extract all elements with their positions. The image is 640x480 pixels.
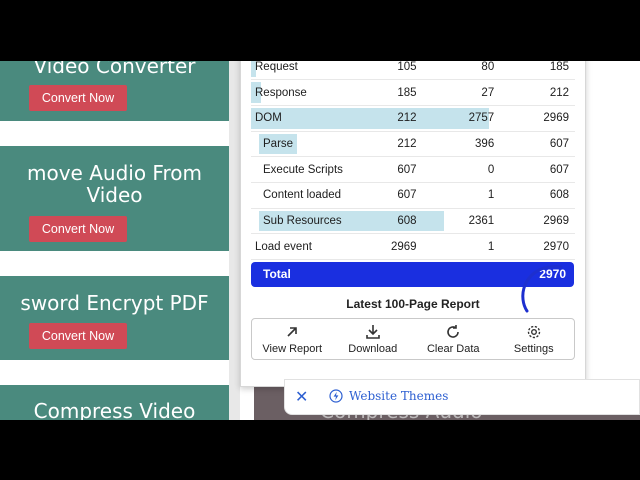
- row-total: 608: [549, 189, 569, 202]
- row-label: Parse: [263, 137, 294, 150]
- row-label: DOM: [255, 112, 282, 125]
- row-label: Response: [255, 86, 307, 99]
- row-value-a: 212: [397, 137, 417, 150]
- row-value-b: 0: [487, 163, 495, 176]
- website-themes-link[interactable]: Website Themes: [349, 389, 448, 403]
- close-icon[interactable]: ✕: [295, 387, 308, 407]
- metrics-table: Request 105 80 185 Response 185 27 212 DOM 212 275…: [251, 61, 575, 260]
- row-value-b: 1: [487, 189, 495, 202]
- card-compress-video: Compress Video: [0, 385, 229, 420]
- row-label: Load event: [255, 240, 312, 253]
- card-title-line-1: move Audio From: [27, 161, 202, 185]
- refresh-icon: [447, 325, 460, 338]
- card-video-converter: Video Converter Convert Now: [0, 61, 229, 121]
- divider: [229, 61, 240, 420]
- card-title: sword Encrypt PDF: [20, 291, 209, 315]
- clear-data-button[interactable]: Clear Data: [413, 319, 494, 359]
- row-value-a: 105: [397, 61, 417, 73]
- total-label: Total: [263, 267, 291, 281]
- card-title: Compress Video: [33, 399, 196, 420]
- row-value-b: 27: [481, 86, 495, 99]
- metrics-row: Execute Scripts 607 0 607: [251, 156, 575, 183]
- settings-button[interactable]: Settings: [494, 319, 575, 359]
- video-frame: Video Converter Convert Now move Audio F…: [0, 0, 640, 480]
- row-value-a: 2969: [390, 240, 417, 253]
- convert-now-button[interactable]: Convert Now: [29, 216, 127, 242]
- row-value-b: 2757: [468, 112, 495, 125]
- page-load-popup: Request 105 80 185 Response 185 27 212 DOM 212 275…: [240, 61, 586, 387]
- metrics-row: Response 185 27 212: [251, 79, 575, 106]
- row-total: 607: [549, 137, 569, 150]
- suggestion-bar: ✕ Website Themes: [284, 379, 640, 415]
- download-icon: [365, 325, 380, 339]
- row-total: 607: [549, 163, 569, 176]
- row-value-b: 1: [487, 240, 495, 253]
- metrics-row: Content loaded 607 1 608: [251, 182, 575, 209]
- row-label: Content loaded: [263, 189, 342, 202]
- view-report-label: View Report: [262, 343, 323, 355]
- card-title: Video Converter: [33, 61, 196, 78]
- bolt-icon: [329, 389, 343, 403]
- settings-label: Settings: [513, 343, 554, 355]
- download-button[interactable]: Download: [333, 319, 414, 359]
- metrics-row: Sub Resources 608 2361 2969: [251, 208, 575, 235]
- metrics-row: Parse 212 396 607: [251, 131, 575, 158]
- metrics-row: Load event 2969 1 2970: [251, 233, 575, 260]
- row-total: 212: [549, 86, 569, 99]
- row-total: 2970: [543, 240, 569, 253]
- row-total: 2969: [543, 214, 569, 227]
- row-value-a: 607: [397, 163, 417, 176]
- row-value-b: 80: [481, 61, 495, 73]
- row-value-a: 607: [397, 189, 417, 202]
- popup-toolbar: View Report Download Clear Data Settings: [251, 318, 575, 360]
- card-encrypt-pdf: sword Encrypt PDF Convert Now: [0, 276, 229, 360]
- metrics-row: DOM 212 2757 2969: [251, 105, 575, 132]
- view-report-button[interactable]: View Report: [252, 319, 333, 359]
- row-label: Execute Scripts: [263, 163, 343, 176]
- row-value-a: 185: [397, 86, 417, 99]
- row-total: 2969: [543, 112, 569, 125]
- page-margin: [586, 61, 640, 420]
- download-label: Download: [348, 343, 398, 355]
- clear-data-label: Clear Data: [426, 343, 480, 355]
- row-total: 185: [549, 61, 569, 73]
- card-title-line-2: Video: [86, 183, 143, 207]
- gear-icon: [527, 325, 540, 339]
- row-value-a: 608: [397, 214, 417, 227]
- convert-now-button[interactable]: Convert Now: [29, 323, 127, 349]
- card-remove-audio: move Audio From Video Convert Now: [0, 146, 229, 251]
- row-label: Sub Resources: [263, 214, 342, 227]
- row-value-b: 396: [475, 137, 495, 150]
- convert-now-button[interactable]: Convert Now: [29, 85, 127, 111]
- browser-viewport: Video Converter Convert Now move Audio F…: [0, 61, 640, 420]
- metrics-row: Request 105 80 185: [251, 61, 575, 81]
- handwritten-annotation: [521, 265, 563, 313]
- row-label: Request: [255, 61, 298, 73]
- row-value-b: 2361: [468, 214, 495, 227]
- arrow-up-right-icon: [287, 327, 298, 337]
- row-value-a: 212: [397, 112, 417, 125]
